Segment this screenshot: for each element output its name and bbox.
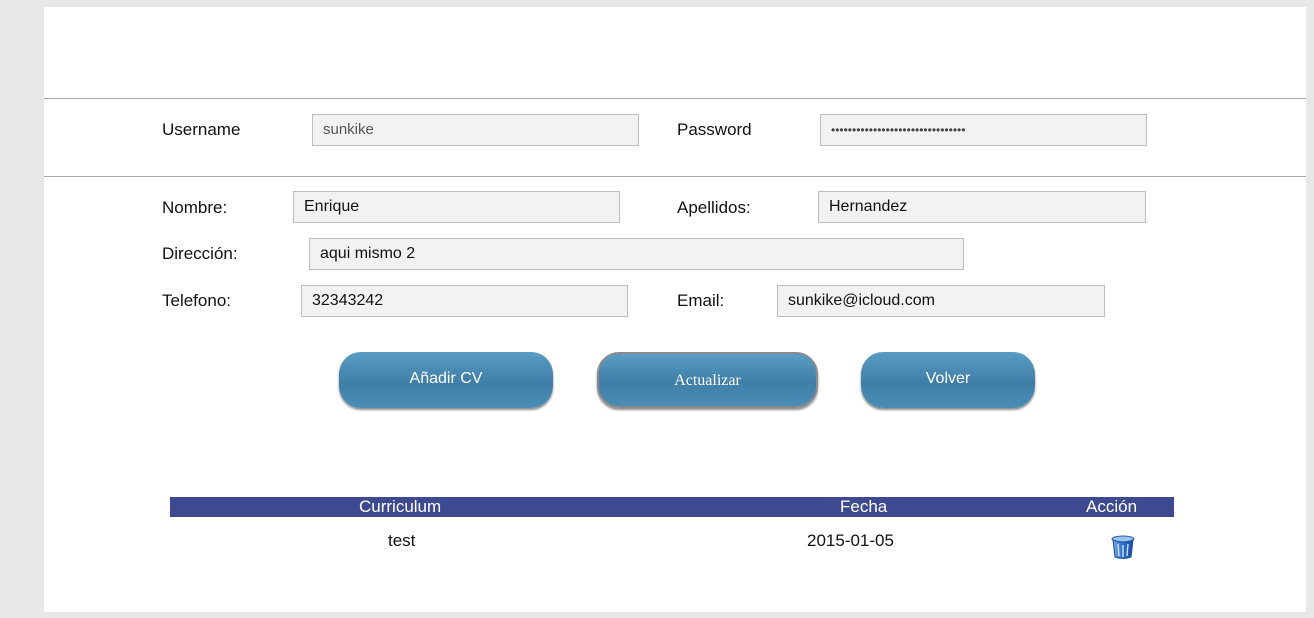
password-label: Password: [677, 120, 752, 139]
page-border-bottom: [0, 612, 1314, 618]
cell-curriculum: test: [388, 531, 416, 550]
add-cv-button[interactable]: Añadir CV: [339, 352, 553, 408]
column-header-curriculum: Curriculum: [359, 497, 442, 516]
table-header: [170, 497, 1174, 517]
divider-bottom: [44, 176, 1306, 177]
apellidos-label: Apellidos:: [677, 198, 751, 217]
column-header-accion: Acción: [1086, 497, 1138, 516]
divider-top: [44, 98, 1306, 99]
page-border-left: [0, 0, 44, 618]
email-field[interactable]: sunkike@icloud.com: [777, 285, 1105, 317]
page-border-top: [0, 0, 1314, 7]
email-label: Email:: [677, 291, 725, 310]
username-field[interactable]: sunkike: [312, 114, 639, 146]
cell-fecha: 2015-01-05: [807, 531, 894, 550]
apellidos-field[interactable]: Hernandez: [818, 191, 1146, 223]
telefono-field[interactable]: 32343242: [301, 285, 628, 317]
page: Username sunkike Password ••••••••••••••…: [0, 0, 1314, 618]
back-button[interactable]: Volver: [861, 352, 1035, 408]
direccion-field[interactable]: aqui mismo 2: [309, 238, 964, 270]
nombre-label: Nombre:: [162, 198, 228, 217]
username-label: Username: [162, 120, 241, 139]
password-field[interactable]: ••••••••••••••••••••••••••••••••: [820, 114, 1147, 146]
nombre-field[interactable]: Enrique: [293, 191, 620, 223]
telefono-label: Telefono:: [162, 291, 231, 310]
direccion-label: Dirección:: [162, 244, 238, 263]
page-border-right: [1306, 0, 1314, 618]
trash-icon[interactable]: [1110, 535, 1136, 559]
column-header-fecha: Fecha: [840, 497, 888, 516]
trash-icon-graphic: [1111, 535, 1135, 559]
update-button[interactable]: Actualizar: [597, 352, 818, 408]
